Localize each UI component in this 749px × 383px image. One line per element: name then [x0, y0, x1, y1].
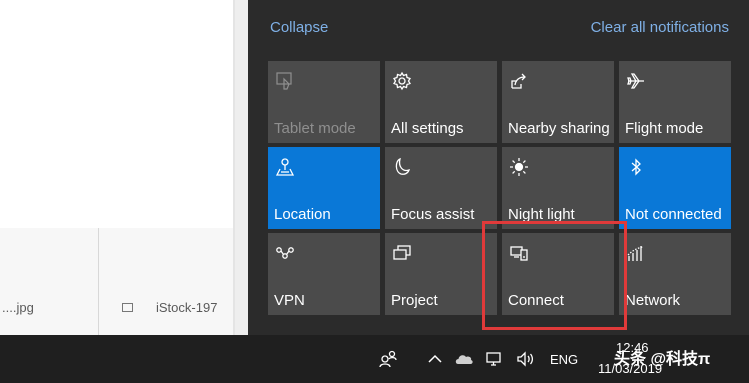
tile-label: All settings	[391, 120, 464, 137]
tile-label: Connect	[508, 292, 564, 309]
action-center-header: Collapse Clear all notifications	[248, 0, 749, 55]
network-icon	[625, 242, 647, 264]
watermark-text: 头条 @科技π	[614, 351, 711, 368]
explorer-scroll-area	[235, 0, 248, 335]
tile-label: VPN	[274, 292, 305, 309]
taskbar: ENG 12:46 11/03/2019 头条 @科技π	[0, 335, 749, 383]
tile-tablet-mode[interactable]: Tablet mode	[268, 61, 380, 143]
file-item-jpg[interactable]: ....jpg	[2, 300, 34, 315]
tile-project[interactable]: Project	[385, 233, 497, 315]
file-list-area	[0, 228, 233, 335]
bluetooth-icon	[625, 156, 647, 178]
tile-label: Tablet mode	[274, 120, 356, 137]
file-icon	[122, 303, 133, 312]
tile-network[interactable]: Network	[619, 233, 731, 315]
tile-bluetooth[interactable]: Not connected	[619, 147, 731, 229]
tile-focus-assist[interactable]: Focus assist	[385, 147, 497, 229]
tile-label: Network	[625, 292, 681, 309]
tile-label: Focus assist	[391, 206, 475, 223]
share-icon	[508, 70, 530, 92]
file-item-istock[interactable]: iStock-197	[156, 300, 217, 315]
cloud-icon[interactable]	[454, 349, 474, 369]
tile-location[interactable]: Location	[268, 147, 380, 229]
tile-connect[interactable]: Connect	[502, 233, 614, 315]
tablet-mode-icon	[274, 70, 296, 92]
chevron-up-icon[interactable]	[425, 349, 445, 369]
tile-nearby-sharing[interactable]: Nearby sharing	[502, 61, 614, 143]
tile-label: Location	[274, 206, 331, 223]
connect-icon	[508, 242, 530, 264]
tile-flight-mode[interactable]: Flight mode	[619, 61, 731, 143]
action-center-panel: Collapse Clear all notifications Tablet …	[248, 0, 749, 335]
vpn-icon	[274, 242, 296, 264]
location-icon	[274, 156, 296, 178]
tile-all-settings[interactable]: All settings	[385, 61, 497, 143]
airplane-icon	[625, 70, 647, 92]
tile-label: Project	[391, 292, 438, 309]
tile-vpn[interactable]: VPN	[268, 233, 380, 315]
language-indicator[interactable]: ENG	[550, 352, 578, 367]
tile-night-light[interactable]: Night light	[502, 147, 614, 229]
sun-icon	[508, 156, 530, 178]
moon-icon	[391, 156, 413, 178]
collapse-link[interactable]: Collapse	[270, 19, 328, 36]
tile-label: Night light	[508, 206, 575, 223]
quick-actions-grid: Tablet mode All settings Nearby sharing …	[268, 61, 731, 315]
tile-label: Flight mode	[625, 120, 704, 137]
tile-label: Not connected	[625, 206, 722, 223]
gear-icon	[391, 70, 413, 92]
clear-all-notifications-link[interactable]: Clear all notifications	[591, 19, 729, 36]
monitor-icon[interactable]	[484, 349, 504, 369]
people-icon[interactable]	[378, 349, 398, 369]
tile-label: Nearby sharing	[508, 120, 610, 137]
project-icon	[391, 242, 413, 264]
column-divider	[98, 228, 99, 335]
speaker-icon[interactable]	[515, 349, 535, 369]
file-explorer-background: ....jpg iStock-197	[0, 0, 248, 335]
